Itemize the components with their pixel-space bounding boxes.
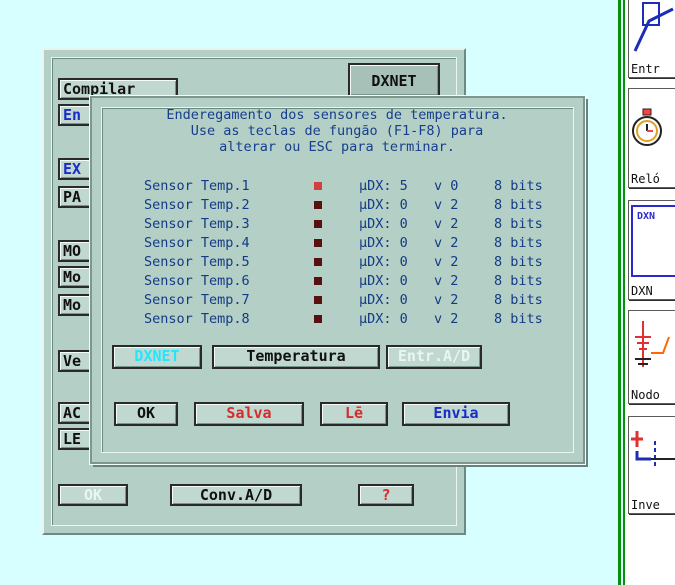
ground-node-icon — [635, 321, 670, 367]
sensor-v: v 2 — [434, 311, 459, 327]
sensor-name: Sensor Temp.1 — [144, 178, 250, 194]
sensor-name: Sensor Temp.5 — [144, 254, 250, 270]
sensor-row-3[interactable]: Sensor Temp.3 µDX: 0 v 2 8 bits — [144, 216, 564, 232]
sensor-row-1[interactable]: Sensor Temp.1 µDX: 5 v 0 8 bits — [144, 178, 564, 194]
ok-button-disabled[interactable]: OK — [58, 484, 128, 506]
dialog-ok-button[interactable]: OK — [114, 402, 178, 426]
sensor-bits: 8 bits — [494, 197, 543, 213]
palette-divider — [618, 0, 621, 585]
sensor-name: Sensor Temp.2 — [144, 197, 250, 213]
palette-item-nodo[interactable]: Nodo — [628, 310, 675, 404]
svg-text:DXN: DXN — [637, 211, 655, 222]
sensor-row-4[interactable]: Sensor Temp.4 µDX: 0 v 2 8 bits — [144, 235, 564, 251]
sensor-udx: µDX: 5 — [359, 178, 408, 194]
palette-label: Entr — [631, 62, 660, 76]
palette-item-entr[interactable]: Entr — [628, 0, 675, 78]
dxnet-top-button[interactable]: DXNET — [348, 63, 440, 97]
sensor-v: v 2 — [434, 216, 459, 232]
sensor-v: v 2 — [434, 254, 459, 270]
sensor-udx: µDX: 0 — [359, 273, 408, 289]
inverter-icon — [631, 431, 675, 467]
sensor-bits: 8 bits — [494, 178, 543, 194]
sensor-marker — [314, 315, 322, 323]
tab-temperatura[interactable]: Temperatura — [212, 345, 380, 369]
sensor-udx: µDX: 0 — [359, 235, 408, 251]
palette-item-dxnet[interactable]: DXN DXN — [628, 200, 675, 300]
envia-button[interactable]: Envia — [402, 402, 510, 426]
sensor-bits: 8 bits — [494, 273, 543, 289]
sensor-udx: µDX: 0 — [359, 197, 408, 213]
palette-label: Inve — [631, 498, 660, 512]
dialog-message-line-1: Enderegamento dos sensores de temperatur… — [166, 107, 508, 123]
input-block-icon — [633, 2, 674, 52]
help-button[interactable]: ? — [358, 484, 414, 506]
sensor-udx: µDX: 0 — [359, 216, 408, 232]
sensor-name: Sensor Temp.3 — [144, 216, 250, 232]
sensor-name: Sensor Temp.6 — [144, 273, 250, 289]
sensor-bits: 8 bits — [494, 311, 543, 327]
conv-ad-button[interactable]: Conv.A/D — [170, 484, 302, 506]
sensor-bits: 8 bits — [494, 235, 543, 251]
sensor-udx: µDX: 0 — [359, 311, 408, 327]
tab-dxnet[interactable]: DXNET — [112, 345, 202, 369]
sensor-name: Sensor Temp.4 — [144, 235, 250, 251]
sensor-v: v 2 — [434, 273, 459, 289]
sensor-name: Sensor Temp.7 — [144, 292, 250, 308]
sensor-list: Sensor Temp.1 µDX: 5 v 0 8 bits Sensor T… — [104, 178, 570, 338]
palette-label: DXN — [631, 284, 653, 298]
dialog-message-line-2: Use as teclas de fungão (F1-F8) para — [190, 123, 484, 139]
sensor-udx: µDX: 0 — [359, 254, 408, 270]
sensor-v: v 2 — [434, 197, 459, 213]
le-read-button[interactable]: Lē — [320, 402, 388, 426]
dxnet-module-icon: DXN — [631, 205, 675, 277]
sensor-bits: 8 bits — [494, 292, 543, 308]
sensor-name: Sensor Temp.8 — [144, 311, 250, 327]
sensor-v: v 0 — [434, 178, 459, 194]
sensor-row-5[interactable]: Sensor Temp.5 µDX: 0 v 2 8 bits — [144, 254, 564, 270]
sensor-bits: 8 bits — [494, 216, 543, 232]
palette-label: Nodo — [631, 388, 660, 402]
sensor-row-6[interactable]: Sensor Temp.6 µDX: 0 v 2 8 bits — [144, 273, 564, 289]
sensor-marker — [314, 258, 322, 266]
sensor-selected-marker — [314, 182, 322, 190]
sensor-marker — [314, 220, 322, 228]
sensor-marker — [314, 201, 322, 209]
sensor-row-2[interactable]: Sensor Temp.2 µDX: 0 v 2 8 bits — [144, 197, 564, 213]
palette-item-relogio[interactable]: Reló — [628, 88, 675, 188]
palette-label: Reló — [631, 172, 660, 186]
palette-item-inversor[interactable]: Inve — [628, 416, 675, 514]
dialog-message-line-3: alterar ou ESC para terminar. — [219, 139, 455, 155]
tab-entr-ad[interactable]: Entr.A/D — [386, 345, 482, 369]
sensor-row-7[interactable]: Sensor Temp.7 µDX: 0 v 2 8 bits — [144, 292, 564, 308]
sensor-v: v 2 — [434, 292, 459, 308]
sensor-bits: 8 bits — [494, 254, 543, 270]
sensor-v: v 2 — [434, 235, 459, 251]
sensor-marker — [314, 277, 322, 285]
sensor-marker — [314, 239, 322, 247]
sensor-row-8[interactable]: Sensor Temp.8 µDX: 0 v 2 8 bits — [144, 311, 564, 327]
sensor-marker — [314, 296, 322, 304]
stopwatch-icon — [632, 108, 662, 146]
salva-button[interactable]: Salva — [194, 402, 304, 426]
sensor-udx: µDX: 0 — [359, 292, 408, 308]
